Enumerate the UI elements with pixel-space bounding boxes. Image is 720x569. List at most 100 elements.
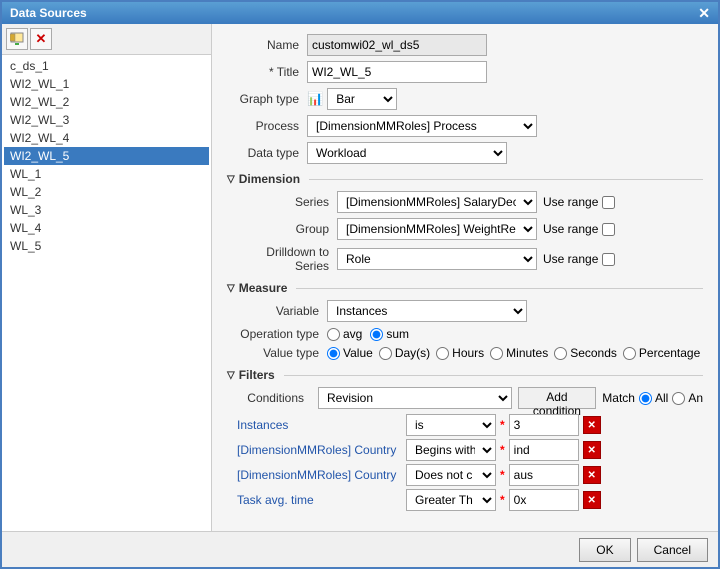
value-radio[interactable] — [327, 347, 340, 360]
drilldown-use-range-checkbox[interactable] — [602, 253, 615, 266]
sum-radio-label[interactable]: sum — [370, 327, 409, 341]
minutes-radio-label[interactable]: Minutes — [490, 346, 548, 360]
name-label: Name — [227, 38, 307, 52]
series-use-range-checkbox[interactable] — [602, 196, 615, 209]
delete-datasource-button[interactable]: ✕ — [30, 28, 52, 50]
condition-asterisk-0: * — [500, 418, 505, 432]
condition-label-1: [DimensionMMRoles] Country — [237, 443, 402, 457]
avg-radio-label[interactable]: avg — [327, 327, 362, 341]
tree-item[interactable]: c_ds_1 — [4, 57, 209, 75]
drilldown-label: Drilldown to Series — [247, 245, 337, 273]
right-panel: Name * Title Graph type 📊 Bar Line Pie — [212, 24, 718, 531]
process-select[interactable]: [DimensionMMRoles] Process — [307, 115, 537, 137]
filters-divider — [284, 375, 703, 376]
bar-chart-icon: 📊 — [307, 91, 323, 107]
variable-label: Variable — [237, 304, 327, 318]
variable-select[interactable]: Instances — [327, 300, 527, 322]
percentage-radio-label[interactable]: Percentage — [623, 346, 700, 360]
seconds-radio-label[interactable]: Seconds — [554, 346, 617, 360]
percentage-radio[interactable] — [623, 347, 636, 360]
conditions-select[interactable]: Revision — [318, 387, 512, 409]
tree-item[interactable]: WL_3 — [4, 201, 209, 219]
dimension-section-header: ▽ Dimension — [227, 172, 703, 186]
value-label: Value — [343, 346, 373, 360]
condition-value-1[interactable] — [509, 439, 579, 461]
seconds-radio[interactable] — [554, 347, 567, 360]
process-label: Process — [227, 119, 307, 133]
tree-item[interactable]: WI2_WL_2 — [4, 93, 209, 111]
add-condition-button[interactable]: Add condition — [518, 387, 597, 409]
ok-button[interactable]: OK — [579, 538, 630, 562]
condition-delete-1[interactable]: ✕ — [583, 441, 601, 459]
measure-divider — [296, 288, 703, 289]
filters-section-header: ▽ Filters — [227, 368, 703, 382]
condition-delete-2[interactable]: ✕ — [583, 466, 601, 484]
name-field[interactable] — [307, 34, 487, 56]
sum-radio[interactable] — [370, 328, 383, 341]
graph-type-control: 📊 Bar Line Pie — [307, 88, 397, 110]
condition-delete-3[interactable]: ✕ — [583, 491, 601, 509]
drilldown-select[interactable]: Role — [337, 248, 537, 270]
tree-item[interactable]: WI2_WL_5 — [4, 147, 209, 165]
tree-item[interactable]: WL_1 — [4, 165, 209, 183]
cancel-button[interactable]: Cancel — [637, 538, 708, 562]
bottom-bar: OK Cancel — [2, 531, 718, 567]
condition-value-2[interactable] — [509, 464, 579, 486]
add-datasource-button[interactable] — [6, 28, 28, 50]
condition-row: Instances is * ✕ — [237, 414, 703, 436]
group-use-range-checkbox[interactable] — [602, 223, 615, 236]
days-radio[interactable] — [379, 347, 392, 360]
condition-value-3[interactable] — [509, 489, 579, 511]
group-label: Group — [247, 222, 337, 236]
tree-item[interactable]: WI2_WL_3 — [4, 111, 209, 129]
group-use-range-label: Use range — [543, 222, 598, 236]
minutes-label: Minutes — [506, 346, 548, 360]
condition-delete-0[interactable]: ✕ — [583, 416, 601, 434]
match-label: Match — [602, 391, 635, 405]
tree-item[interactable]: WL_5 — [4, 237, 209, 255]
dimension-divider — [309, 179, 703, 180]
graph-type-label: Graph type — [227, 92, 307, 106]
condition-asterisk-1: * — [500, 443, 505, 457]
data-sources-dialog: Data Sources ✕ ✕ c_ds_1WI2_WL_1WI2_WL_2W… — [0, 0, 720, 569]
tree-item[interactable]: WL_4 — [4, 219, 209, 237]
title-field[interactable] — [307, 61, 487, 83]
value-radio-label[interactable]: Value — [327, 346, 373, 360]
minutes-radio[interactable] — [490, 347, 503, 360]
graph-type-select[interactable]: Bar Line Pie — [327, 88, 397, 110]
condition-rows-container: Instances is * ✕ [DimensionMMRoles] Coun… — [227, 414, 703, 511]
tree-item[interactable]: WI2_WL_4 — [4, 129, 209, 147]
hours-label: Hours — [452, 346, 484, 360]
hours-radio-label[interactable]: Hours — [436, 346, 484, 360]
condition-operator-0[interactable]: is — [406, 414, 496, 436]
condition-label-2: [DimensionMMRoles] Country — [237, 468, 402, 482]
an-radio-label[interactable]: An — [672, 391, 703, 405]
all-radio[interactable] — [639, 392, 652, 405]
variable-row: Variable Instances — [227, 300, 703, 322]
condition-operator-3[interactable]: Greater Th — [406, 489, 496, 511]
group-row: Group [DimensionMMRoles] WeightRealDimen… — [227, 218, 703, 240]
condition-operator-2[interactable]: Does not c — [406, 464, 496, 486]
series-select[interactable]: [DimensionMMRoles] SalaryDecimalInput — [337, 191, 537, 213]
hours-radio[interactable] — [436, 347, 449, 360]
condition-asterisk-3: * — [500, 493, 505, 507]
match-group: Match All An — [602, 391, 703, 405]
condition-asterisk-2: * — [500, 468, 505, 482]
close-button[interactable]: ✕ — [698, 5, 710, 22]
days-radio-label[interactable]: Day(s) — [379, 346, 430, 360]
an-radio[interactable] — [672, 392, 685, 405]
all-radio-label[interactable]: All — [639, 391, 668, 405]
series-use-range-label: Use range — [543, 195, 598, 209]
condition-value-0[interactable] — [509, 414, 579, 436]
condition-operator-1[interactable]: Begins with — [406, 439, 496, 461]
sum-label: sum — [386, 327, 409, 341]
data-type-select[interactable]: Workload — [307, 142, 507, 164]
dimension-header-label: Dimension — [239, 172, 300, 186]
tree-item[interactable]: WL_2 — [4, 183, 209, 201]
avg-radio[interactable] — [327, 328, 340, 341]
tree-item[interactable]: WI2_WL_1 — [4, 75, 209, 93]
drilldown-use-range-label: Use range — [543, 252, 598, 266]
group-select[interactable]: [DimensionMMRoles] WeightRealDimension — [337, 218, 537, 240]
operation-type-row: Operation type avg sum — [227, 327, 703, 341]
percentage-label: Percentage — [639, 346, 700, 360]
